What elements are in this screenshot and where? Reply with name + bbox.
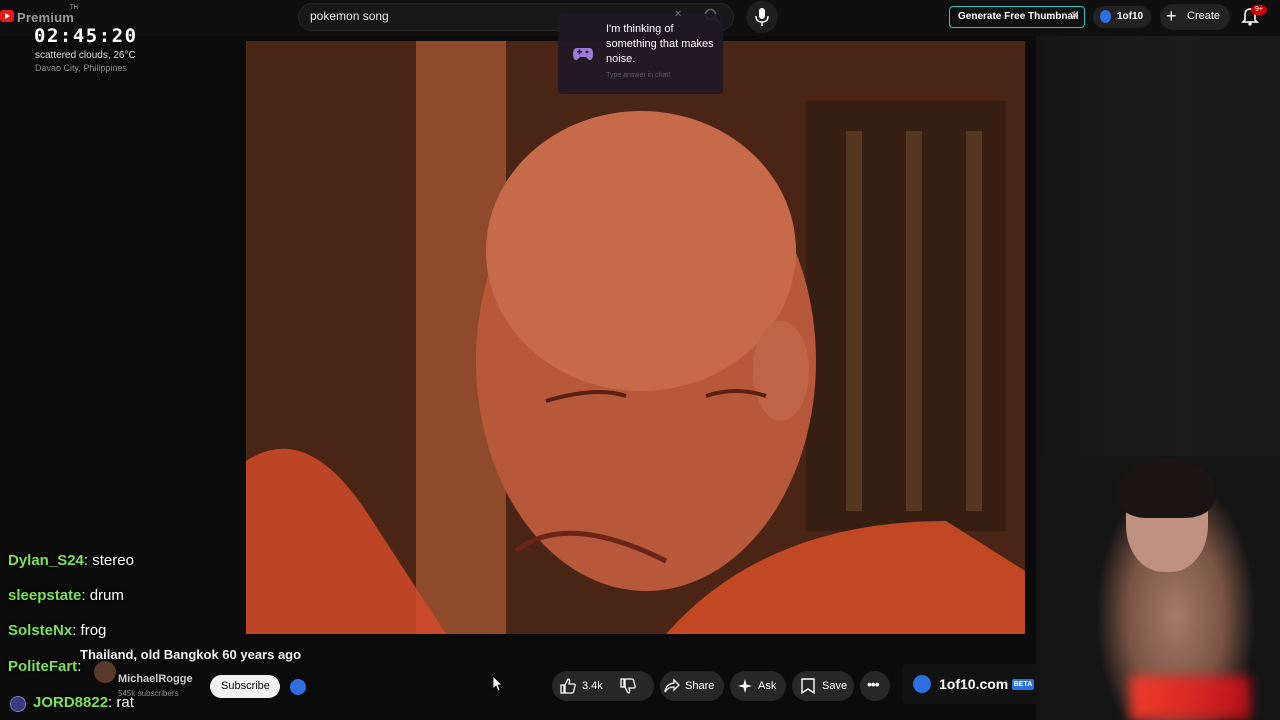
create-label: Create [1187, 10, 1221, 22]
chat-message: Dylan_S24: stereo [8, 552, 134, 569]
thumbs-down-icon[interactable] [620, 678, 636, 694]
popup-close-icon[interactable]: ✕ [674, 9, 682, 20]
thumbs-up-icon[interactable] [560, 678, 576, 694]
page-background-panel [1036, 36, 1280, 456]
mouse-cursor-icon [493, 676, 503, 692]
video-player[interactable] [246, 41, 1025, 634]
premium-label[interactable]: Premium [17, 10, 74, 25]
more-horizontal-icon: ••• [867, 676, 880, 692]
gamepad-icon [573, 48, 593, 61]
chat-text: frog [80, 622, 107, 639]
chat-username: sleepstate [8, 587, 82, 604]
popup-hint: Type answer in chat! [606, 72, 671, 79]
save-label: Save [822, 680, 848, 692]
chat-text: stereo [92, 552, 134, 569]
share-label: Share [685, 680, 715, 692]
chat-text: rat [116, 694, 134, 711]
region-code: TH [70, 5, 78, 11]
search-input[interactable]: pokemon song [310, 9, 389, 23]
share-icon [664, 678, 680, 693]
youtube-logo-icon[interactable] [0, 9, 14, 23]
notification-badge: 9+ [1251, 5, 1267, 15]
like-count[interactable]: 3.4k [582, 680, 603, 692]
chat-text: drum [89, 587, 124, 604]
sparkle-icon [738, 679, 752, 693]
plus-icon: + [1166, 6, 1177, 26]
chat-message: JORD8822: rat [33, 694, 134, 711]
oneof10-logo-icon [913, 675, 931, 693]
chat-username: Dylan_S24 [8, 552, 84, 569]
chat-message: sleepstate: drum [8, 587, 124, 604]
chat-message: SolsteNx: frog [8, 622, 107, 639]
chat-username: SolsteNx [8, 622, 73, 639]
oneof10-site-label: 1of10.com [939, 676, 1009, 692]
oneof10-mini-icon[interactable] [290, 679, 306, 695]
weather-text: scattered clouds, 26°C [35, 50, 136, 61]
clock-time: 02:45:20 [34, 25, 138, 47]
bookmark-icon [801, 678, 815, 694]
close-icon[interactable]: ✕ [1070, 9, 1079, 22]
ask-label: Ask [758, 680, 777, 692]
channel-name[interactable]: MichaelRogge [118, 673, 193, 685]
chat-username: PoliteFart [8, 658, 78, 675]
channel-avatar[interactable] [94, 661, 116, 683]
oneof10-label: 1of10 [1117, 11, 1144, 22]
location-text: Davao City, Philippines [35, 63, 127, 73]
chat-username: JORD8822 [33, 694, 109, 711]
microphone-icon [755, 8, 769, 26]
video-frame [246, 41, 1025, 634]
webcam-hair [1118, 458, 1214, 518]
popup-message: I'm thinking of something that makes noi… [606, 23, 714, 65]
subscribe-label: Subscribe [221, 680, 270, 692]
webcam-rgb-light [1130, 676, 1250, 720]
generate-thumbnail-label: Generate Free Thumbnail [958, 11, 1079, 22]
chat-message: PoliteFart: [8, 658, 82, 675]
oneof10-logo-icon [1100, 10, 1111, 23]
beta-badge: BETA [1012, 679, 1034, 690]
video-title: Thailand, old Bangkok 60 years ago [80, 647, 302, 662]
